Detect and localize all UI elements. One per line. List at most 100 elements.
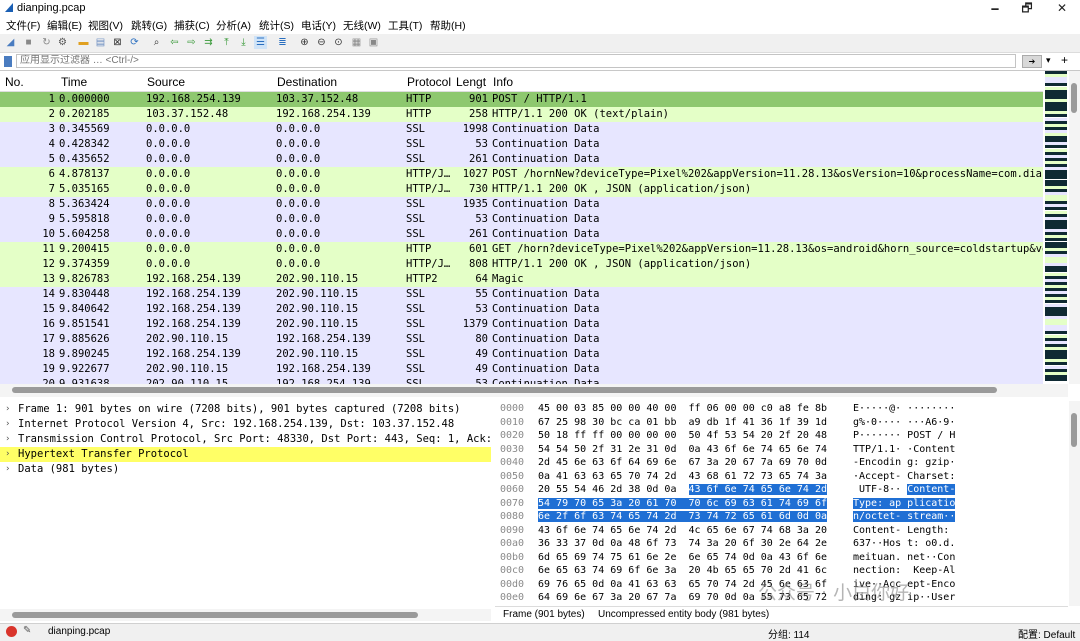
last-packet-icon[interactable]: ⤓ [237, 36, 250, 49]
column-no[interactable]: No. [5, 75, 24, 89]
packet-list-hscrollbar[interactable] [0, 384, 1068, 397]
details-tree-item[interactable]: › Frame 1: 901 bytes on wire (7208 bits),… [0, 402, 491, 417]
edit-comment-icon[interactable]: ✎ [23, 625, 31, 636]
expert-info-icon[interactable] [6, 626, 17, 637]
packet-row[interactable]: 14 9.830448 192.168.254.139 202.90.110.15 SS… [0, 287, 1043, 302]
bytes-row[interactable]: 0090 43 6f 6e 74 65 6e 74 2d 4c 65 6e 67 … [495, 524, 1068, 538]
colorize-icon[interactable]: ≣ [276, 36, 289, 49]
packet-list-scrollbar[interactable] [1069, 71, 1080, 384]
first-packet-icon[interactable]: ⤒ [220, 36, 233, 49]
bytes-row[interactable]: 00c0 6e 65 63 74 69 6f 6e 3a 20 4b 65 65 … [495, 564, 1068, 578]
open-folder-icon[interactable]: ▬ [77, 36, 90, 49]
packet-row[interactable]: 15 9.840642 192.168.254.139 202.90.110.15 SS… [0, 302, 1043, 317]
tab-frame-bytes[interactable]: Frame (901 bytes) [503, 609, 585, 620]
packet-row[interactable]: 12 9.374359 0.0.0.0 0.0.0.0 HTTP/J… 808 HTTP/1… [0, 257, 1043, 272]
column-length[interactable]: Lengt [456, 75, 486, 89]
packet-row[interactable]: 8 5.363424 0.0.0.0 0.0.0.0 SSL 1935 Continuati… [0, 197, 1043, 212]
display-filter-input[interactable] [16, 54, 1016, 68]
packet-row[interactable]: 18 9.890245 192.168.254.139 202.90.110.15 SS… [0, 347, 1043, 362]
packet-row[interactable]: 9 5.595818 0.0.0.0 0.0.0.0 SSL 53 Continuation… [0, 212, 1043, 227]
menu-tools[interactable]: 工具(T) [388, 18, 422, 33]
menu-capture[interactable]: 捕获(C) [174, 18, 210, 33]
packet-row[interactable]: 19 9.922677 202.90.110.15 192.168.254.139 SS… [0, 362, 1043, 377]
scrollbar-thumb[interactable] [12, 612, 418, 618]
packet-row[interactable]: 6 4.878137 0.0.0.0 0.0.0.0 HTTP/J… 1027 POST /… [0, 167, 1043, 182]
packet-row[interactable]: 4 0.428342 0.0.0.0 0.0.0.0 SSL 53 Continuation… [0, 137, 1043, 152]
column-source[interactable]: Source [147, 75, 185, 89]
reload-icon[interactable]: ⟳ [128, 36, 141, 49]
bytes-row[interactable]: 0030 54 54 50 2f 31 2e 31 0d 0a 43 6f 6e … [495, 443, 1068, 457]
scrollbar-thumb[interactable] [1071, 83, 1077, 113]
filter-dropdown-icon[interactable]: ▾ [1046, 55, 1051, 66]
status-profile[interactable]: 配置: Default [1018, 626, 1075, 641]
zoom-in-icon[interactable]: ⊕ [298, 36, 311, 49]
menu-help[interactable]: 帮助(H) [430, 18, 466, 33]
details-hscrollbar[interactable] [0, 609, 491, 621]
resize-columns-icon[interactable]: ▦ [350, 36, 363, 49]
chevron-right-icon[interactable]: › [5, 447, 10, 462]
scrollbar-thumb[interactable] [12, 387, 997, 393]
close-button[interactable]: ✕ [1050, 1, 1074, 16]
packet-row[interactable]: 10 5.604258 0.0.0.0 0.0.0.0 SSL 261 Continuati… [0, 227, 1043, 242]
packet-row[interactable]: 11 9.200415 0.0.0.0 0.0.0.0 HTTP 601 GET /horn… [0, 242, 1043, 257]
column-destination[interactable]: Destination [277, 75, 337, 89]
menu-edit[interactable]: 编辑(E) [47, 18, 82, 33]
shark-fin-start-icon[interactable]: ◢ [4, 36, 17, 49]
save-icon[interactable]: ▤ [94, 36, 107, 49]
menu-wireless[interactable]: 无线(W) [343, 18, 381, 33]
options-icon[interactable]: ⚙ [56, 36, 69, 49]
bytes-row[interactable]: 0010 67 25 98 30 bc ca 01 bb a9 db 1f 41 … [495, 416, 1068, 430]
find-icon[interactable]: ⌕ [150, 36, 163, 49]
bytes-row[interactable]: 0050 0a 41 63 63 65 70 74 2d 43 68 61 72 … [495, 470, 1068, 484]
bytes-row[interactable]: 0080 6e 2f 6f 63 74 65 74 2d 73 74 72 65 … [495, 510, 1068, 524]
packet-minimap[interactable] [1043, 71, 1068, 384]
chevron-right-icon[interactable]: › [5, 402, 10, 417]
bytes-row[interactable]: 00b0 6d 65 69 74 75 61 6e 2e 6e 65 74 0d … [495, 551, 1068, 565]
bytes-row[interactable]: 0000 45 00 03 85 00 00 40 00 ff 06 00 00 … [495, 402, 1068, 416]
menu-analyze[interactable]: 分析(A) [216, 18, 251, 33]
goto-icon[interactable]: ⇉ [202, 36, 215, 49]
menu-go[interactable]: 跳转(G) [131, 18, 167, 33]
packet-row[interactable]: 17 9.885626 202.90.110.15 192.168.254.139 SS… [0, 332, 1043, 347]
chevron-right-icon[interactable]: › [5, 432, 10, 447]
bytes-row[interactable]: 0070 54 79 70 65 3a 20 61 70 70 6c 69 63 … [495, 497, 1068, 511]
packet-row[interactable]: 2 0.202185 103.37.152.48 192.168.254.139 HTT… [0, 107, 1043, 122]
maximize-button[interactable]: 🗗 [1015, 1, 1039, 16]
bytes-row[interactable]: 0060 20 55 54 46 2d 38 0d 0a 43 6f 6e 74 … [495, 483, 1068, 497]
packet-row[interactable]: 5 0.435652 0.0.0.0 0.0.0.0 SSL 261 Continuatio… [0, 152, 1043, 167]
close-file-icon[interactable]: ⊠ [111, 36, 124, 49]
autoscroll-icon[interactable]: ☰ [254, 36, 267, 49]
apply-filter-arrow-icon[interactable]: ➔ [1022, 55, 1042, 68]
tab-uncompressed-body[interactable]: Uncompressed entity body (981 bytes) [598, 609, 769, 620]
details-tree-item[interactable]: › Transmission Control Protocol, Src Port… [0, 432, 491, 447]
bytes-row[interactable]: 00a0 36 33 37 0d 0a 48 6f 73 74 3a 20 6f … [495, 537, 1068, 551]
forward-icon[interactable]: ⇨ [185, 36, 198, 49]
menu-statistics[interactable]: 统计(S) [259, 18, 294, 33]
packet-row[interactable]: 1 0.000000 192.168.254.139 103.37.152.48 HTT… [0, 92, 1043, 107]
packet-row[interactable]: 3 0.345569 0.0.0.0 0.0.0.0 SSL 1998 Continuati… [0, 122, 1043, 137]
column-info[interactable]: Info [493, 75, 513, 89]
scrollbar-thumb[interactable] [1071, 413, 1077, 447]
chevron-right-icon[interactable]: › [5, 417, 10, 432]
bookmark-icon[interactable] [4, 56, 12, 67]
bytes-scrollbar[interactable] [1069, 401, 1080, 606]
packet-row[interactable]: 7 5.035165 0.0.0.0 0.0.0.0 HTTP/J… 730 HTTP/1.… [0, 182, 1043, 197]
column-time[interactable]: Time [61, 75, 87, 89]
minimize-button[interactable]: 🗕 [983, 1, 1007, 16]
column-protocol[interactable]: Protocol [407, 75, 451, 89]
zoom-normal-icon[interactable]: ⊙ [332, 36, 345, 49]
chevron-right-icon[interactable]: › [5, 462, 10, 477]
details-tree-item[interactable]: › Data (981 bytes) [0, 462, 491, 477]
details-tree-item[interactable]: › Hypertext Transfer Protocol [0, 447, 491, 462]
packet-row[interactable]: 13 9.826783 192.168.254.139 202.90.110.15 HT… [0, 272, 1043, 287]
packet-row[interactable]: 16 9.851541 192.168.254.139 202.90.110.15 SS… [0, 317, 1043, 332]
zoom-out-icon[interactable]: ⊖ [315, 36, 328, 49]
back-icon[interactable]: ⇦ [168, 36, 181, 49]
layout-icon[interactable]: ▣ [367, 36, 380, 49]
menu-view[interactable]: 视图(V) [88, 18, 123, 33]
details-tree-item[interactable]: › Internet Protocol Version 4, Src: 192.1… [0, 417, 491, 432]
packet-row[interactable]: 20 9.931638 202.90.110.15 192.168.254.139 SS… [0, 377, 1043, 384]
menu-file[interactable]: 文件(F) [6, 18, 40, 33]
bytes-row[interactable]: 0040 2d 45 6e 63 6f 64 69 6e 67 3a 20 67 … [495, 456, 1068, 470]
stop-icon[interactable]: ■ [22, 36, 35, 49]
